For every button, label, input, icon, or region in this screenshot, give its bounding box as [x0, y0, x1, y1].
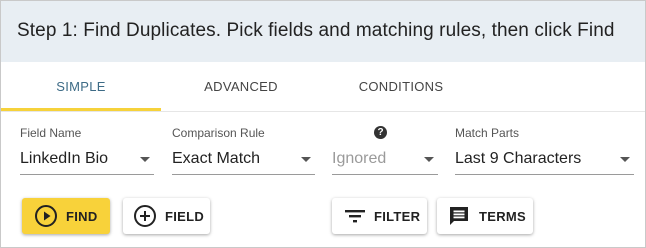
chevron-down-icon: [140, 157, 150, 162]
find-duplicates-panel: Step 1: Find Duplicates. Pick fields and…: [0, 0, 646, 248]
add-field-button-label: FIELD: [165, 209, 205, 224]
chevron-down-icon: [424, 157, 434, 162]
terms-button-label: TERMS: [479, 209, 526, 224]
terms-button[interactable]: TERMS: [437, 198, 533, 234]
help-icon[interactable]: ?: [374, 126, 387, 139]
chevron-down-icon: [620, 157, 630, 162]
ignored-select[interactable]: Ignored: [332, 146, 438, 175]
filter-icon: [345, 210, 365, 223]
mode-tabs: SIMPLE ADVANCED CONDITIONS: [1, 62, 645, 112]
tab-advanced[interactable]: ADVANCED: [161, 62, 321, 109]
comparison-rule-value: Exact Match: [172, 150, 261, 167]
tab-simple[interactable]: SIMPLE: [1, 62, 161, 111]
play-circle-icon: [35, 205, 57, 227]
step-banner: Step 1: Find Duplicates. Pick fields and…: [1, 1, 645, 62]
comparison-rule-label: Comparison Rule: [172, 126, 265, 140]
step-instructions: Step 1: Find Duplicates. Pick fields and…: [17, 20, 615, 41]
tab-conditions[interactable]: CONDITIONS: [321, 62, 481, 109]
chevron-down-icon: [301, 157, 311, 162]
filter-button[interactable]: FILTER: [332, 198, 427, 234]
match-parts-value: Last 9 Characters: [455, 150, 582, 167]
add-field-button[interactable]: FIELD: [123, 198, 210, 234]
field-name-select[interactable]: LinkedIn Bio: [20, 146, 154, 175]
match-parts-select[interactable]: Last 9 Characters: [455, 146, 634, 175]
filter-button-label: FILTER: [374, 209, 421, 224]
field-name-value: LinkedIn Bio: [20, 150, 109, 167]
add-circle-icon: [134, 205, 156, 227]
field-name-label: Field Name: [20, 126, 82, 140]
comparison-rule-select[interactable]: Exact Match: [172, 146, 315, 175]
comment-icon: [450, 207, 468, 225]
find-button-label: FIND: [66, 209, 98, 224]
find-button[interactable]: FIND: [22, 198, 110, 234]
match-parts-label: Match Parts: [455, 126, 520, 140]
ignored-value: Ignored: [332, 150, 387, 167]
